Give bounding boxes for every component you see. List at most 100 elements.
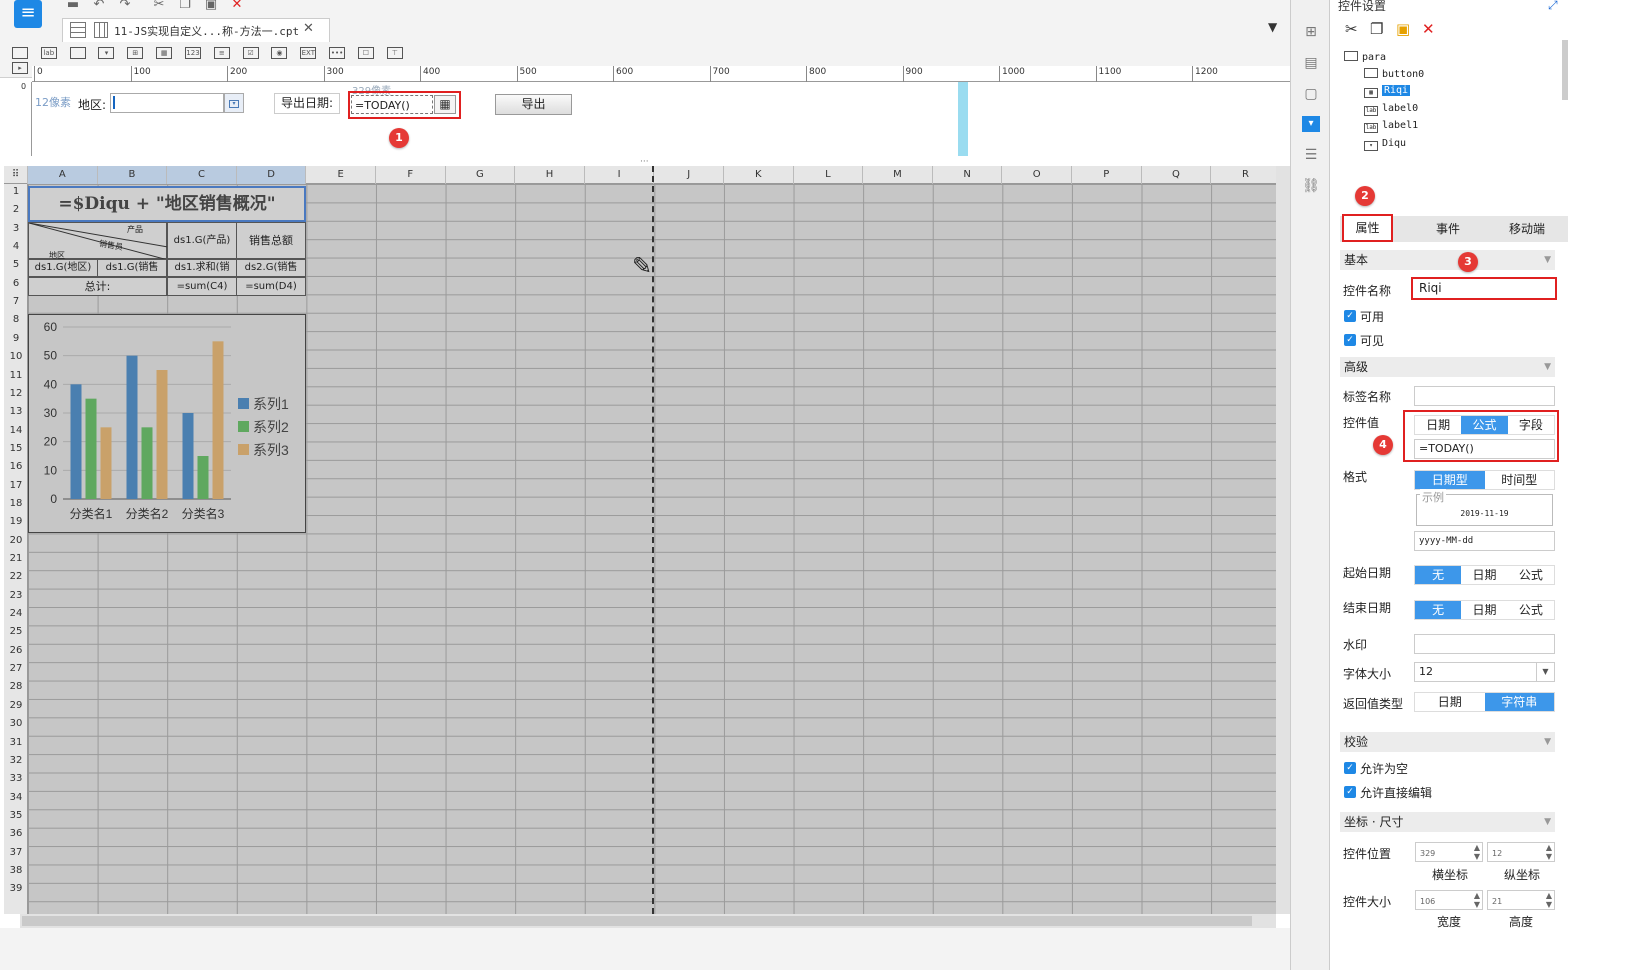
column-header-cell[interactable]: E: [306, 166, 376, 184]
close-icon[interactable]: ✕: [303, 21, 314, 36]
diagonal-header-cell[interactable]: 产品 销售员 地区: [28, 222, 168, 260]
row-header-cell[interactable]: 3: [4, 223, 28, 241]
cut-icon[interactable]: ✂: [1345, 20, 1358, 38]
pos-y-spinner[interactable]: 12 ▲ ▼: [1487, 842, 1555, 862]
start-opt-date[interactable]: 日期: [1461, 566, 1508, 584]
format-pattern-input[interactable]: yyyy-MM-dd: [1414, 531, 1555, 551]
row-header-cell[interactable]: 2: [4, 204, 28, 222]
return-opt-string[interactable]: 字符串: [1484, 693, 1554, 711]
column-header-cell[interactable]: J: [654, 166, 724, 184]
section-validate[interactable]: 校验 ▼: [1340, 732, 1555, 752]
column-header-cell[interactable]: Q: [1142, 166, 1212, 184]
row-header-cell[interactable]: 17: [4, 480, 28, 498]
row-header-cell[interactable]: 12: [4, 388, 28, 406]
format-opt-time[interactable]: 时间型: [1484, 471, 1554, 489]
cell-d3[interactable]: 销售总额: [236, 222, 306, 259]
tab-menu-icon[interactable]: ▼: [1268, 20, 1282, 34]
tab-attributes[interactable]: 属性: [1342, 214, 1393, 242]
row-header-cell[interactable]: 9: [4, 333, 28, 351]
copy-icon[interactable]: ❐: [1370, 20, 1383, 38]
column-header-cell[interactable]: H: [515, 166, 585, 184]
column-header-cell[interactable]: I: [585, 166, 655, 184]
combobox-widget-icon[interactable]: ▾: [98, 47, 115, 59]
password-widget-icon[interactable]: •••: [329, 47, 346, 59]
bar-chart[interactable]: 0 10 20 30 40 50 60 分类名1 分类名2 分类名3 系列1 系列2 系列3: [28, 314, 306, 533]
cell-a4[interactable]: ds1.G(地区): [28, 259, 98, 277]
row-header-cell[interactable]: 19: [4, 516, 28, 534]
delete-icon[interactable]: ✕: [1422, 20, 1435, 38]
row-header-cell[interactable]: 38: [4, 865, 28, 883]
height-spinner[interactable]: 21 ▲ ▼: [1487, 890, 1555, 910]
column-header-cell[interactable]: M: [863, 166, 933, 184]
column-header-cell[interactable]: G: [446, 166, 516, 184]
section-coords[interactable]: 坐标 · 尺寸 ▼: [1340, 812, 1555, 832]
spin-arrows-icon[interactable]: ▲ ▼: [1546, 891, 1552, 909]
radio-group-icon[interactable]: ◉: [271, 47, 288, 59]
button-widget-icon[interactable]: [12, 47, 28, 59]
row-header-cell[interactable]: 31: [4, 737, 28, 755]
tree-item[interactable]: ▾ Diqu: [1364, 138, 1406, 151]
spin-arrows-icon[interactable]: ▲ ▼: [1474, 843, 1480, 861]
row-header-cell[interactable]: 1: [4, 186, 28, 204]
row-header-cell[interactable]: 20: [4, 535, 28, 553]
diqu-dropdown-button[interactable]: ▾: [224, 93, 244, 113]
cell-c4[interactable]: ds1.求和(销: [167, 259, 237, 277]
file-widget-icon[interactable]: EXT: [300, 47, 317, 59]
widget-settings-icon[interactable]: ▾: [1302, 116, 1320, 132]
row-header-cell[interactable]: 5: [4, 259, 28, 277]
section-advanced[interactable]: 高级 ▼: [1340, 357, 1555, 377]
column-header-cell[interactable]: O: [1002, 166, 1072, 184]
format-opt-date[interactable]: 日期型: [1415, 471, 1485, 489]
row-header-cell[interactable]: 22: [4, 571, 28, 589]
tree-item[interactable]: lab label1: [1364, 120, 1418, 133]
title-cell[interactable]: =$Diqu + "地区销售概况": [28, 186, 306, 222]
column-header-cell[interactable]: A: [28, 166, 98, 184]
row-header-cell[interactable]: 21: [4, 553, 28, 571]
row-header-cell[interactable]: 39: [4, 883, 28, 901]
row-header-cell[interactable]: 27: [4, 663, 28, 681]
row-header-cell[interactable]: 26: [4, 645, 28, 663]
tree-combo-icon[interactable]: ⊤: [386, 47, 403, 59]
tree-item[interactable]: button0: [1364, 68, 1424, 80]
row-header-cell[interactable]: 25: [4, 626, 28, 644]
hyperlink-icon[interactable]: ⛓: [1302, 178, 1320, 194]
row-header-cell[interactable]: 16: [4, 461, 28, 479]
textarea-widget-icon[interactable]: ≡: [213, 47, 230, 59]
cell-d5[interactable]: =sum(D4): [236, 277, 306, 296]
value-opt-formula[interactable]: 公式: [1461, 416, 1508, 434]
end-opt-none[interactable]: 无: [1415, 601, 1462, 619]
row-header-cell[interactable]: 37: [4, 847, 28, 865]
vertical-scrollbar[interactable]: [1276, 166, 1290, 914]
row-header-cell[interactable]: 34: [4, 792, 28, 810]
checkbox-group-icon[interactable]: ☑: [242, 47, 259, 59]
start-opt-none[interactable]: 无: [1415, 566, 1462, 584]
cut-icon[interactable]: ✂: [150, 0, 168, 12]
row-header-cell[interactable]: 29: [4, 700, 28, 718]
row-header-cell[interactable]: 14: [4, 425, 28, 443]
tag-input[interactable]: [1414, 386, 1555, 406]
date-widget-icon[interactable]: ▦: [156, 47, 173, 59]
column-header-cell[interactable]: P: [1072, 166, 1142, 184]
cell-b4[interactable]: ds1.G(销售: [97, 259, 167, 277]
spin-arrows-icon[interactable]: ▲ ▼: [1546, 843, 1552, 861]
row-header-cell[interactable]: 13: [4, 406, 28, 424]
save-icon[interactable]: ▬: [64, 0, 82, 12]
column-header-cell[interactable]: F: [376, 166, 446, 184]
cell-d4[interactable]: ds2.G(销售: [236, 259, 306, 277]
column-header-cell[interactable]: K: [724, 166, 794, 184]
textbox-widget-icon[interactable]: [69, 47, 86, 59]
pos-x-spinner[interactable]: 329 ▲ ▼: [1415, 842, 1483, 862]
row-header-cell[interactable]: 4: [4, 241, 28, 259]
condition-attr-icon[interactable]: ☰: [1302, 147, 1320, 163]
cell-c5[interactable]: =sum(C4): [167, 277, 237, 296]
float-element-icon[interactable]: ▢: [1302, 86, 1320, 102]
cell-element-icon[interactable]: ▤: [1302, 55, 1320, 71]
column-header-cell[interactable]: D: [236, 166, 307, 184]
enabled-checkbox[interactable]: ✓: [1344, 310, 1356, 322]
paste-icon[interactable]: ▣: [1396, 20, 1410, 38]
fontsize-select[interactable]: 12 ▼: [1414, 662, 1555, 682]
select-all-corner[interactable]: ⠿: [4, 166, 28, 184]
number-widget-icon[interactable]: 123: [184, 47, 201, 59]
redo-icon[interactable]: ↷: [116, 0, 134, 12]
column-header-cell[interactable]: N: [933, 166, 1003, 184]
